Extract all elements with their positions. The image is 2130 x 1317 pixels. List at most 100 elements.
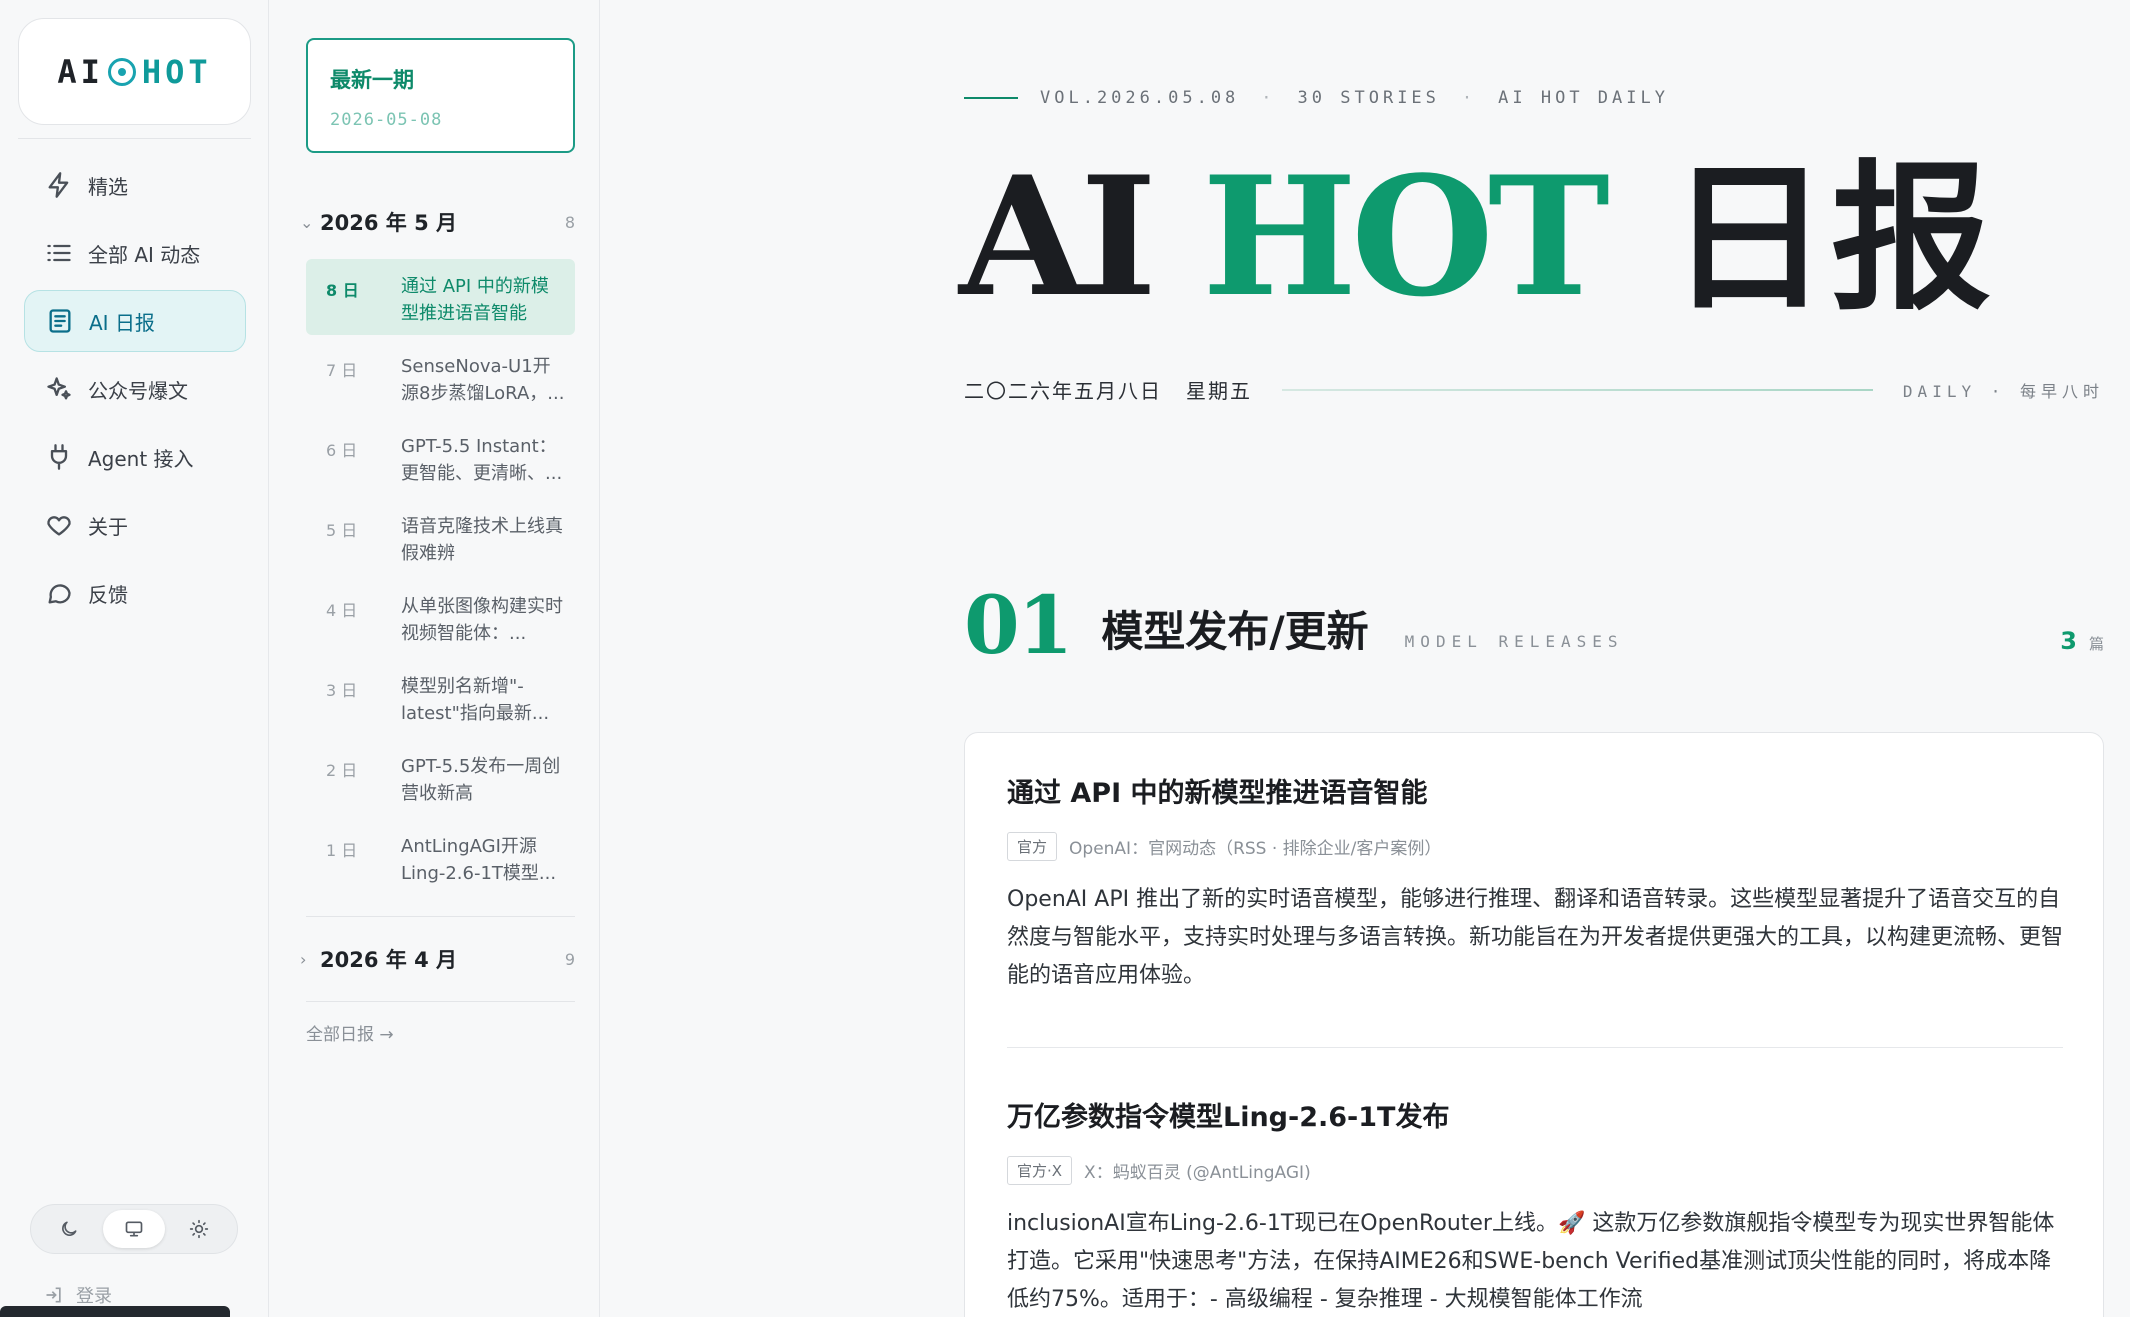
source-name[interactable]: X：蚂蚁百灵 (@AntLingAGI)	[1084, 1158, 1311, 1183]
date-line: 二〇二六年五月八日 星期五 DAILY · 每早八时	[964, 375, 2104, 404]
sun-icon	[189, 1219, 208, 1239]
story-card: 通过 API 中的新模型推进语音智能 官方 OpenAI：官网动态（RSS · …	[964, 732, 2104, 1317]
story: 万亿参数指令模型Ling-2.6-1T发布 官方·X X：蚂蚁百灵 (@AntL…	[1007, 1095, 2063, 1317]
story-title[interactable]: 通过 API 中的新模型推进语音智能	[1007, 771, 2063, 810]
heart-icon	[44, 510, 74, 540]
sidebar-item-wechat[interactable]: 公众号爆文	[24, 358, 246, 420]
issue-item[interactable]: 7 日 SenseNova-U1开源8步蒸馏LoRA，...	[306, 339, 575, 415]
sidebar-item-about[interactable]: 关于	[24, 494, 246, 556]
latest-issue-title: 最新一期	[330, 68, 414, 92]
daily-tag: DAILY · 每早八时	[1902, 381, 2104, 401]
issue-day: 2 日	[326, 761, 358, 780]
issue-item[interactable]: 2 日 GPT-5.5发布一周创营收新高	[306, 739, 575, 815]
story-summary: OpenAI API 推出了新的实时语音模型，能够进行推理、翻译和语音转录。这些…	[1007, 887, 2064, 988]
issue-day: 8 日	[326, 281, 359, 300]
latest-issue-date: 2026-05-08	[330, 110, 443, 130]
issue-item[interactable]: 5 日 语音克隆技术上线真假难辨	[306, 499, 575, 575]
story-meta: 官方 OpenAI：官网动态（RSS · 排除企业/客户案例）	[1007, 832, 2063, 861]
accent-dash	[964, 97, 1018, 99]
page-title: AI HOT 日报	[959, 155, 1993, 319]
sidebar-item-label: 关于	[88, 514, 128, 539]
section-title: 模型发布/更新	[1101, 607, 1369, 656]
issue-title: 模型别名新增"-latest"指向最新...	[401, 676, 550, 724]
moon-icon	[62, 1221, 77, 1236]
story-meta: 官方·X X：蚂蚁百灵 (@AntLingAGI)	[1007, 1156, 2063, 1185]
issue-title: SenseNova-U1开源8步蒸馏LoRA，...	[401, 356, 565, 404]
story-summary: inclusionAI宣布Ling-2.6-1T现已在OpenRouter上线。…	[1007, 1211, 2055, 1312]
issue-day: 3 日	[326, 681, 358, 700]
month-label: 2026 年 4 月	[320, 948, 457, 972]
sidebar-divider	[18, 138, 251, 139]
all-issues-link[interactable]: 全部日报 →	[306, 1020, 394, 1045]
monitor-icon	[125, 1221, 143, 1237]
list-divider	[306, 916, 575, 917]
theme-light-button[interactable]	[168, 1210, 230, 1248]
sidebar: AI HOT 精选 全部 AI 动态 AI 日报 公众号爆文 Agent 接入	[0, 0, 269, 1317]
month-header-may[interactable]: ⌄ 2026 年 5 月 8	[300, 202, 575, 242]
title-hot: HOT	[1202, 140, 1610, 333]
chevron-right-icon: ›	[300, 949, 307, 969]
issue-day: 6 日	[326, 441, 358, 460]
issue-title: AntLingAGI开源Ling-2.6-1T模型...	[401, 836, 557, 884]
logo-hot-text: HOT	[141, 52, 212, 91]
story-title[interactable]: 万亿参数指令模型Ling-2.6-1T发布	[1007, 1095, 2063, 1134]
issue-archive: 最新一期 2026-05-08 ⌄ 2026 年 5 月 8 8 日 通过 AP…	[270, 0, 600, 1317]
issue-title: GPT-5.5 Instant：更智能、更清晰、...	[401, 436, 563, 484]
sidebar-item-label: 公众号爆文	[88, 378, 188, 403]
latest-issue-card[interactable]: 最新一期 2026-05-08	[306, 38, 575, 153]
sidebar-item-feedback[interactable]: 反馈	[24, 562, 246, 624]
issue-title: 通过 API 中的新模型推进语音智能	[401, 276, 549, 324]
story-divider	[1007, 1047, 2063, 1048]
theme-dark-button[interactable]	[38, 1210, 100, 1248]
login-link[interactable]: 登录	[44, 1282, 112, 1308]
section-count-unit: 篇	[2088, 635, 2104, 653]
daily-main: VOL.2026.05.08 · 30 STORIES · AI HOT DAI…	[601, 0, 2130, 1317]
source-name[interactable]: OpenAI：官网动态（RSS · 排除企业/客户案例）	[1069, 834, 1441, 859]
issue-title: 语音克隆技术上线真假难辨	[401, 516, 563, 564]
section-header: 01 模型发布/更新 MODEL RELEASES 3 篇	[964, 585, 2104, 665]
issue-weekday: 星期五	[1186, 379, 1252, 403]
issue-item[interactable]: 1 日 AntLingAGI开源Ling-2.6-1T模型...	[306, 819, 575, 895]
chat-icon	[44, 578, 74, 608]
sidebar-nav: 精选 全部 AI 动态 AI 日报 公众号爆文 Agent 接入 关于 反馈	[24, 154, 246, 630]
sidebar-item-label: 反馈	[88, 582, 128, 607]
issue-item[interactable]: 3 日 模型别名新增"-latest"指向最新...	[306, 659, 575, 735]
sidebar-item-label: 全部 AI 动态	[88, 242, 201, 267]
title-cn: 日报	[1669, 144, 1994, 332]
logo[interactable]: AI HOT	[18, 18, 251, 125]
issue-title: 从单张图像构建实时视频智能体：...	[401, 596, 563, 644]
sidebar-item-agent[interactable]: Agent 接入	[24, 426, 246, 488]
section-title-en: MODEL RELEASES	[1404, 632, 1624, 651]
issue-date-cn: 二〇二六年五月八日	[964, 379, 1162, 403]
date-rule	[1282, 388, 1873, 391]
issue-item[interactable]: 8 日 通过 API 中的新模型推进语音智能	[306, 259, 575, 335]
theme-system-button[interactable]	[102, 1210, 165, 1248]
sidebar-item-ai-daily[interactable]: AI 日报	[24, 290, 246, 352]
newspaper-icon	[45, 306, 75, 336]
list-divider	[306, 1001, 575, 1002]
issue-item[interactable]: 6 日 GPT-5.5 Instant：更智能、更清晰、...	[306, 419, 575, 495]
issue-meta: VOL.2026.05.08 · 30 STORIES · AI HOT DAI…	[964, 88, 1669, 108]
issue-item[interactable]: 4 日 从单张图像构建实时视频智能体：...	[306, 579, 575, 655]
source-badge: 官方·X	[1007, 1156, 1073, 1185]
month-header-april[interactable]: › 2026 年 4 月 9	[300, 939, 575, 979]
theme-toggle	[30, 1204, 238, 1254]
issue-day: 5 日	[326, 521, 358, 540]
title-ai: AI	[959, 140, 1157, 333]
issue-day: 4 日	[326, 601, 358, 620]
section-count: 3 篇	[2060, 627, 2104, 655]
month-label: 2026 年 5 月	[320, 211, 457, 235]
story: 通过 API 中的新模型推进语音智能 官方 OpenAI：官网动态（RSS · …	[1007, 771, 2063, 995]
bolt-icon	[44, 170, 74, 200]
issue-story-count: 30 STORIES	[1297, 88, 1440, 108]
list-icon	[44, 238, 74, 268]
logo-ai-text: AI	[57, 52, 104, 91]
plug-icon	[44, 442, 74, 472]
sidebar-item-label: Agent 接入	[88, 446, 194, 471]
issue-brand: AI HOT DAILY	[1498, 88, 1669, 108]
sidebar-item-featured[interactable]: 精选	[24, 154, 246, 216]
section-number: 01	[964, 578, 1073, 672]
issue-volume: VOL.2026.05.08	[1040, 88, 1240, 108]
sidebar-item-all-ai[interactable]: 全部 AI 动态	[24, 222, 246, 284]
month-count: 8	[564, 212, 575, 232]
